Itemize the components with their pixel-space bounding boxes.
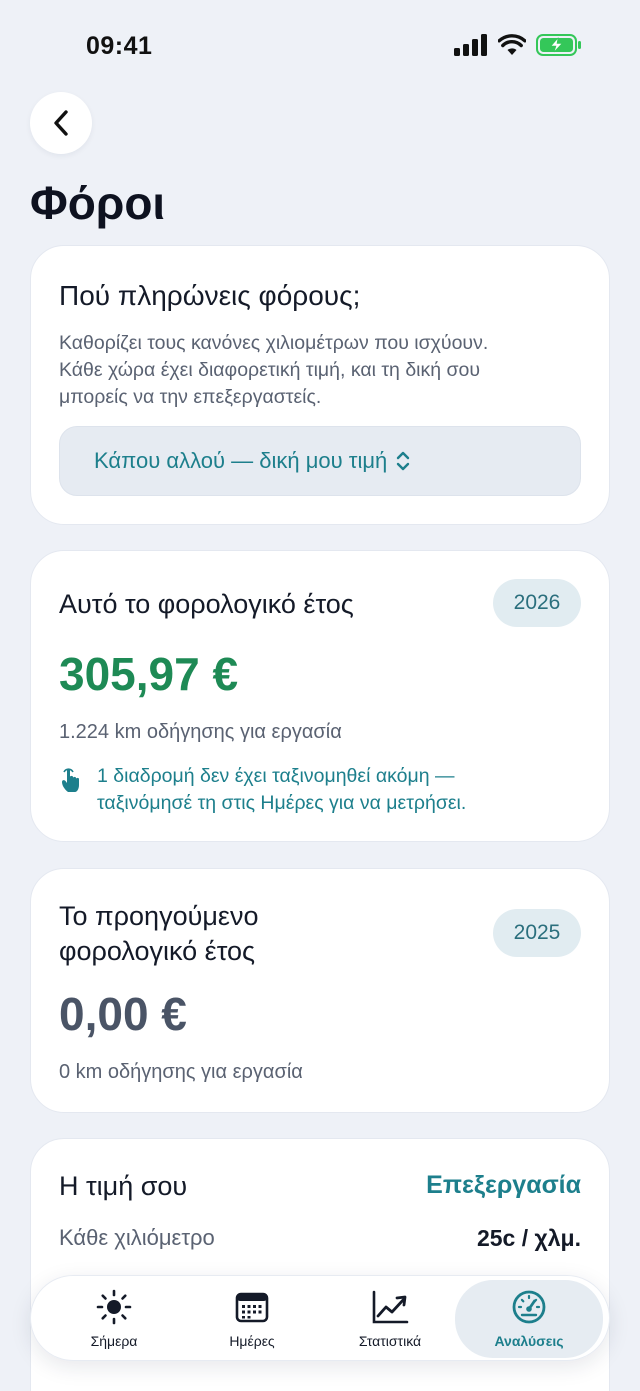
- rate-title: Η τιμή σου: [59, 1171, 188, 1201]
- current-year-km: 1.224 km οδήγησης για εργασία: [59, 721, 342, 743]
- country-select-value: Κάπου αλλού — δική μου τιμή: [94, 448, 388, 473]
- previous-year-amount: 0,00 €: [59, 988, 187, 1040]
- tap-hand-icon: [62, 768, 79, 792]
- previous-year-title: Το προηγούμενο φορολογικό έτος: [59, 899, 258, 969]
- rate-edit-link[interactable]: Επεξεργασία: [426, 1171, 581, 1200]
- tab-label: Στατιστικά: [358, 1333, 422, 1349]
- current-tax-year-card: Αυτό το φορολογικό έτος 2026 305,97 € 1.…: [30, 550, 610, 842]
- tab-today[interactable]: Σήμερα: [51, 1276, 177, 1362]
- previous-tax-year-card: Το προηγούμενο φορολογικό έτος 2025 0,00…: [30, 868, 610, 1113]
- current-year-title: Αυτό το φορολογικό έτος: [59, 589, 354, 619]
- previous-year-km: 0 km οδήγησης για εργασία: [59, 1061, 303, 1083]
- description-line: Κάθε χώρα έχει διαφορετική τιμή, και τη …: [59, 359, 481, 381]
- tab-analyses[interactable]: Αναλύσεις: [455, 1280, 603, 1358]
- tab-label: Αναλύσεις: [494, 1333, 564, 1349]
- hint-line: ταξινόμησέ τη στις Ημέρες για να μετρήσε…: [97, 792, 467, 814]
- per-km-label: Κάθε χιλιόμετρο: [59, 1225, 215, 1250]
- back-button[interactable]: [30, 92, 92, 154]
- tax-country-card: Πού πληρώνεις φόρους; Καθορίζει τους καν…: [30, 245, 610, 525]
- year-badge: 2025: [493, 909, 581, 957]
- calendar-icon: [235, 1292, 269, 1323]
- bottom-tab-bar: Σήμερα Ημέρες Στατιστικά Αναλύσεις: [30, 1275, 610, 1361]
- sun-icon: [96, 1289, 132, 1325]
- description-line: μπορείς να την επεξεργαστείς.: [59, 386, 322, 408]
- gauge-icon: [512, 1290, 546, 1324]
- per-km-value: 25c / χλμ.: [476, 1225, 581, 1251]
- tax-country-title: Πού πληρώνεις φόρους;: [59, 280, 361, 311]
- year-badge: 2026: [493, 579, 581, 627]
- tab-days[interactable]: Ημέρες: [189, 1276, 315, 1362]
- cellular-signal-icon: [454, 34, 487, 56]
- tab-label: Ημέρες: [229, 1333, 275, 1349]
- chart-icon: [372, 1290, 409, 1324]
- previous-year-title-line: Το προηγούμενο: [59, 901, 259, 931]
- battery-charging-icon: [536, 34, 581, 56]
- chevron-up-down-icon: [397, 451, 410, 471]
- status-time: 09:41: [86, 32, 153, 60]
- chevron-left-icon: [54, 110, 68, 136]
- description-line: Καθορίζει τους κανόνες χιλιομέτρων που ι…: [59, 332, 489, 354]
- wifi-icon: [498, 34, 526, 55]
- current-year-amount: 305,97 €: [59, 648, 239, 700]
- tab-label: Σήμερα: [90, 1333, 138, 1349]
- previous-year-title-line: φορολογικό έτος: [59, 936, 256, 966]
- unclassified-trip-hint[interactable]: 1 διαδρομή δεν έχει ταξινομηθεί ακόμη — …: [59, 763, 466, 817]
- country-select[interactable]: Κάπου αλλού — δική μου τιμή: [59, 426, 581, 496]
- status-bar: 09:41: [0, 0, 640, 92]
- tax-country-description: Καθορίζει τους κανόνες χιλιομέτρων που ι…: [59, 330, 488, 411]
- tab-statistics[interactable]: Στατιστικά: [327, 1276, 453, 1362]
- page-title: Φόροι: [30, 177, 166, 229]
- status-icons: [454, 34, 582, 56]
- hint-line: 1 διαδρομή δεν έχει ταξινομηθεί ακόμη —: [97, 765, 455, 787]
